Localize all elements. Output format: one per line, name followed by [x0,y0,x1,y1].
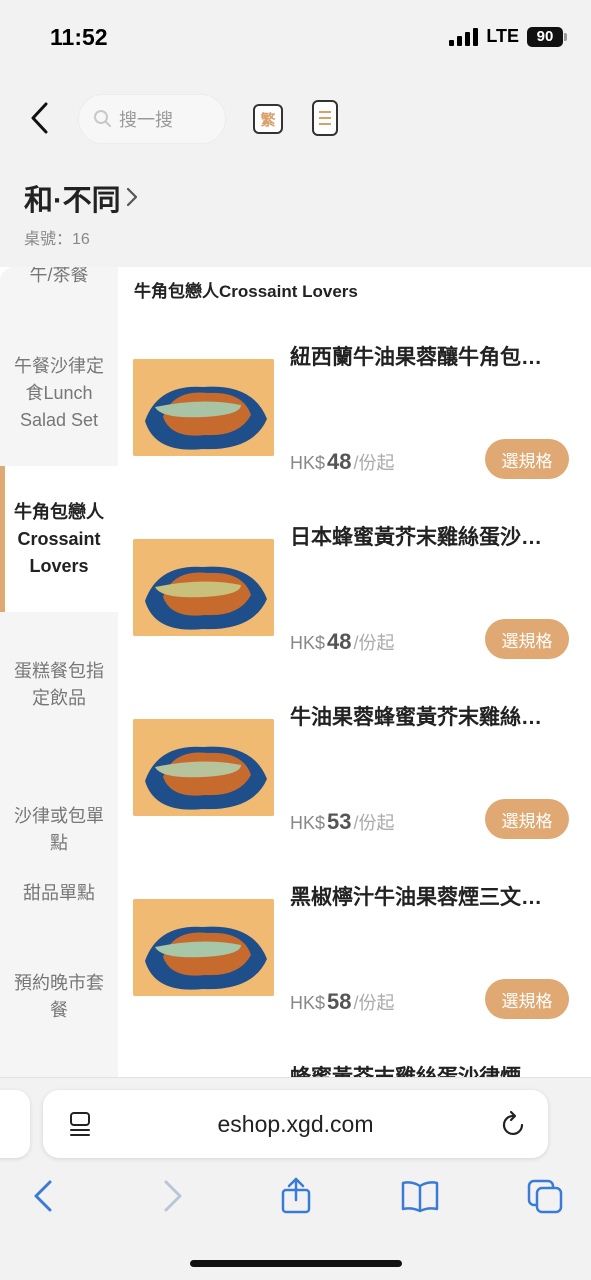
network-type: LTE [486,26,519,46]
order-list-button[interactable] [312,100,338,136]
back-nav-icon[interactable] [24,1176,64,1216]
search-input[interactable]: 搜一搜 [78,94,226,144]
product-price: HK$ 48/份起 [290,629,395,654]
product-name: 蜂蜜黃芥末雞絲蛋沙律煙… [290,1061,572,1077]
product-image [133,539,274,636]
product-image [133,899,274,996]
product-name: 牛油果蓉蜂蜜黃芥末雞絲… [290,706,542,729]
select-spec-button[interactable]: 選規格 [485,979,569,1019]
search-placeholder: 搜一搜 [119,110,173,130]
search-icon [94,110,111,127]
status-time: 11:52 [50,24,108,50]
store-header: 和·不同 桌號：16 [0,167,591,267]
product-image [133,719,274,816]
share-icon[interactable] [276,1176,316,1216]
category-sidebar[interactable]: 午/茶餐 午餐沙律定食Lunch Salad Set 牛角包戀人Crossain… [0,267,118,1077]
sidebar-item-dessert[interactable]: 甜品單點 [0,842,118,944]
select-spec-button[interactable]: 選規格 [485,799,569,839]
browser-toolbar: eshop.xgd.com [0,1077,591,1280]
sidebar-item-dinner-set[interactable]: 預約晚市套餐 [0,937,118,1057]
chevron-right-icon [126,187,137,207]
product-image [133,359,274,456]
bookmarks-icon[interactable] [400,1176,440,1216]
signal-icon [449,27,479,46]
select-spec-button[interactable]: 選規格 [485,619,569,659]
section-title: 牛角包戀人Crossaint Lovers [134,282,358,301]
address-bar[interactable]: eshop.xgd.com [43,1090,548,1158]
product-price: HK$ 48/份起 [290,449,395,474]
product-name: 日本蜂蜜黃芥末雞絲蛋沙… [290,526,542,549]
tabs-icon[interactable] [526,1176,566,1216]
previous-tab-preview[interactable] [0,1090,30,1158]
store-name: 和·不同 [24,185,121,217]
product-item[interactable]: 黑椒檸汁牛油果蓉煙三文… HK$ 58/份起 選規格 [118,877,591,1057]
sidebar-item-cake-bread-drinks[interactable]: 蛋糕餐包指定飲品 [0,612,118,757]
top-nav: 搜一搜 繁 [0,72,591,167]
select-spec-button[interactable]: 選規格 [485,439,569,479]
product-item[interactable]: 牛油果蓉蜂蜜黃芥末雞絲… HK$ 53/份起 選規格 [118,697,591,877]
reload-icon[interactable] [500,1109,528,1139]
sidebar-item-croissant-lovers[interactable]: 牛角包戀人Crossaint Lovers [0,466,118,612]
table-number: 桌號：16 [24,231,90,248]
product-item[interactable]: 紐西蘭牛油果蓉釀牛角包… HK$ 48/份起 選規格 [118,337,591,517]
product-price: HK$ 53/份起 [290,809,395,834]
back-button[interactable] [26,100,56,136]
home-indicator [190,1260,402,1267]
battery-icon: 90 [527,26,567,47]
product-item[interactable]: 蜂蜜黃芥末雞絲蛋沙律煙… [118,1057,591,1077]
chevron-left-icon [31,102,48,134]
battery-level: 90 [536,27,554,45]
store-name-link[interactable]: 和·不同 [24,177,139,219]
language-toggle-button[interactable]: 繁 [253,104,283,134]
product-name: 紐西蘭牛油果蓉釀牛角包… [290,346,542,369]
sidebar-item-lunch-salad[interactable]: 午餐沙律定食Lunch Salad Set [0,321,118,466]
menu-content: 午/茶餐 午餐沙律定食Lunch Salad Set 牛角包戀人Crossain… [0,267,591,1077]
url-text: eshop.xgd.com [217,1111,374,1137]
status-bar: 11:52 LTE 90 [0,0,591,72]
status-indicators: LTE 90 [449,26,567,47]
product-price: HK$ 58/份起 [290,989,395,1014]
product-item[interactable]: 日本蜂蜜黃芥末雞絲蛋沙… HK$ 48/份起 選規格 [118,517,591,697]
forward-nav-icon[interactable] [152,1176,192,1216]
product-name: 黑椒檸汁牛油果蓉煙三文… [290,886,542,909]
sidebar-item-lunch-tea[interactable]: 午/茶餐 [0,267,118,297]
